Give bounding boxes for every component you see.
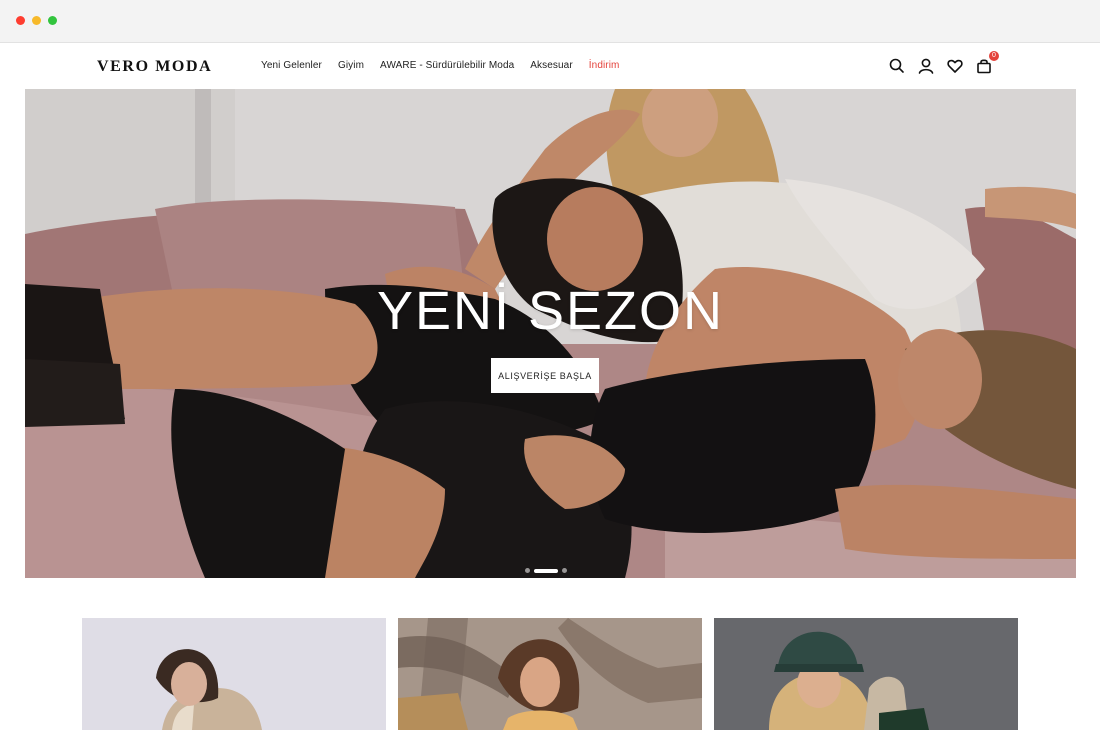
carousel-dot[interactable] [525, 568, 530, 573]
category-image [82, 618, 386, 730]
category-image [398, 618, 702, 730]
hero-banner[interactable]: YENİ SEZON ALIŞVERİŞE BAŞLA [25, 89, 1076, 578]
window-maximize-button[interactable] [48, 16, 57, 25]
carousel-dot-active[interactable] [534, 568, 558, 573]
wishlist-icon[interactable] [946, 57, 964, 75]
browser-chrome [0, 0, 1100, 43]
window-minimize-button[interactable] [32, 16, 41, 25]
window-close-button[interactable] [16, 16, 25, 25]
category-card[interactable] [714, 618, 1018, 730]
nav-link-aware[interactable]: AWARE - Sürdürülebilir Moda [380, 60, 514, 71]
nav-link-clothing[interactable]: Giyim [338, 60, 364, 71]
category-card[interactable] [398, 618, 702, 730]
cart-count-badge: 0 [989, 51, 999, 61]
main-nav: Yeni Gelenler Giyim AWARE - Sürdürülebil… [261, 60, 636, 71]
category-image [714, 618, 1018, 730]
hero-title: YENİ SEZON [376, 281, 725, 341]
carousel-indicators [525, 568, 567, 573]
account-icon[interactable] [917, 57, 935, 75]
header-icons: 0 [888, 51, 1004, 75]
nav-link-accessories[interactable]: Aksesuar [530, 60, 573, 71]
brand-logo[interactable]: VERO MODA [97, 58, 212, 76]
nav-link-new-arrivals[interactable]: Yeni Gelenler [261, 60, 322, 71]
shop-now-button[interactable]: ALIŞVERİŞE BAŞLA [491, 358, 599, 393]
site-header: VERO MODA Yeni Gelenler Giyim AWARE - Sü… [0, 44, 1100, 89]
category-card[interactable] [82, 618, 386, 730]
carousel-dot[interactable] [562, 568, 567, 573]
search-icon[interactable] [888, 57, 906, 75]
nav-link-sale[interactable]: İndirim [589, 60, 620, 71]
cart-icon[interactable]: 0 [975, 51, 999, 75]
